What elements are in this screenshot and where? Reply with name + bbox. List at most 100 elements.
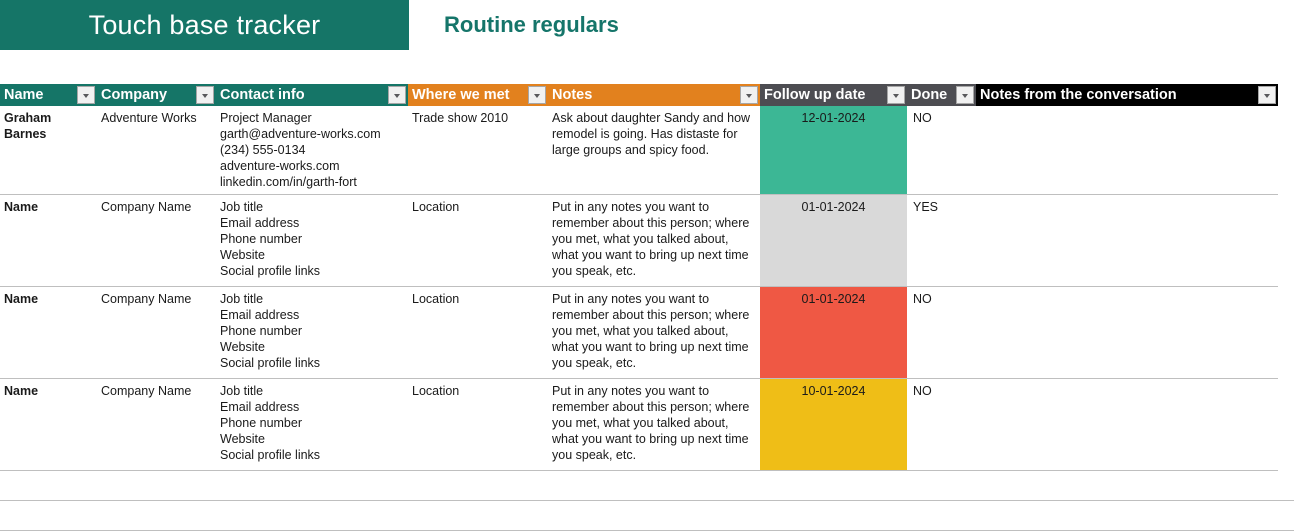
cell-follow-up-date[interactable]: 01-01-2024 (760, 286, 907, 379)
column-header-notes-from-conversation: Notes from the conversation (976, 84, 1256, 106)
title-row: Touch base tracker Routine regulars (0, 0, 1294, 50)
cell-notes-from-conversation[interactable] (976, 194, 1278, 287)
spacer-row (0, 50, 1294, 84)
chevron-down-icon-name[interactable] (77, 86, 95, 104)
cell-follow-up-date[interactable]: 10-01-2024 (760, 378, 907, 471)
column-header-notes: Notes (548, 84, 738, 106)
contact-line: Job title (220, 384, 264, 398)
cell-follow-up-date[interactable]: 01-01-2024 (760, 194, 907, 287)
worksheet-subtitle: Routine regulars (444, 12, 619, 37)
contact-line: Email address (220, 216, 300, 230)
cell-notes-from-conversation[interactable] (976, 378, 1278, 471)
table-row[interactable]: Graham Barnes Adventure Works Project Mana… (0, 106, 1294, 195)
contact-line: Job title (220, 200, 264, 214)
empty-cell[interactable] (408, 470, 548, 501)
cell-notes[interactable]: Put in any notes you want to remember ab… (548, 286, 760, 379)
filter-cell-notes-from-conversation (1256, 84, 1278, 106)
column-header-contact-info: Contact info (216, 84, 386, 106)
contact-line: garth@adventure-works.com (220, 127, 381, 141)
empty-cell[interactable] (216, 500, 408, 531)
cell-name[interactable]: Name (0, 194, 97, 287)
tracker-sheet: Name Company Contact info Where we met N… (0, 84, 1294, 531)
cell-done[interactable]: YES (907, 194, 976, 287)
column-header-follow-up-date: Follow up date (760, 84, 885, 106)
filter-cell-name (75, 84, 97, 106)
table-row[interactable]: Name Company Name Job title Email address Ph… (0, 378, 1294, 471)
contact-line: Social profile links (220, 448, 321, 462)
cell-contact-info[interactable]: Project Manager garth@adventure-works.com… (216, 106, 408, 195)
empty-cell[interactable] (976, 500, 1278, 531)
table-row[interactable]: Name Company Name Job title Email address Ph… (0, 194, 1294, 287)
empty-cell[interactable] (97, 470, 216, 501)
cell-notes-from-conversation[interactable] (976, 106, 1278, 195)
contact-line: Website (220, 340, 265, 354)
contact-line: Project Manager (220, 111, 312, 125)
table-header-row: Name Company Contact info Where we met N… (0, 84, 1294, 106)
chevron-down-icon-company[interactable] (196, 86, 214, 104)
empty-cell[interactable] (548, 470, 760, 501)
cell-company[interactable]: Company Name (97, 194, 216, 287)
chevron-down-icon-follow-up-date[interactable] (887, 86, 905, 104)
table-body: Graham Barnes Adventure Works Project Mana… (0, 106, 1294, 531)
contact-line: Phone number (220, 232, 303, 246)
contact-line: Phone number (220, 324, 303, 338)
empty-cell[interactable] (0, 470, 97, 501)
table-row[interactable]: Name Company Name Job title Email address Ph… (0, 286, 1294, 379)
contact-line: Social profile links (220, 264, 321, 278)
cell-name[interactable]: Name (0, 286, 97, 379)
cell-notes[interactable]: Ask about daughter Sandy and how remodel… (548, 106, 760, 195)
cell-done[interactable]: NO (907, 378, 976, 471)
empty-cell[interactable] (216, 470, 408, 501)
cell-name[interactable]: Graham Barnes (0, 106, 97, 195)
row-tail-spacer (1278, 286, 1294, 379)
chevron-down-icon-where-we-met[interactable] (528, 86, 546, 104)
cell-where-we-met[interactable]: Location (408, 286, 548, 379)
empty-table-row[interactable] (0, 470, 1294, 501)
column-header-company: Company (97, 84, 194, 106)
empty-cell[interactable] (97, 500, 216, 531)
empty-cell[interactable] (408, 500, 548, 531)
cell-follow-up-date[interactable]: 12-01-2024 (760, 106, 907, 195)
empty-cell[interactable] (907, 470, 976, 501)
empty-table-row[interactable] (0, 500, 1294, 531)
cell-done[interactable]: NO (907, 286, 976, 379)
cell-contact-info[interactable]: Job title Email address Phone number Websit… (216, 378, 408, 471)
contact-line: linkedin.com/in/garth-fort (220, 175, 357, 189)
filter-cell-contact-info (386, 84, 408, 106)
column-header-where-we-met: Where we met (408, 84, 526, 106)
filter-cell-company (194, 84, 216, 106)
empty-cell[interactable] (760, 470, 907, 501)
empty-cell[interactable] (548, 500, 760, 531)
contact-line: Social profile links (220, 356, 321, 370)
cell-done[interactable]: NO (907, 106, 976, 195)
cell-where-we-met[interactable]: Location (408, 378, 548, 471)
empty-row-tail-spacer (1278, 470, 1294, 501)
cell-notes[interactable]: Put in any notes you want to remember ab… (548, 378, 760, 471)
page-title: Touch base tracker (88, 9, 321, 40)
cell-contact-info[interactable]: Job title Email address Phone number Websit… (216, 286, 408, 379)
chevron-down-icon-notes[interactable] (740, 86, 758, 104)
filter-cell-follow-up-date (885, 84, 907, 106)
chevron-down-icon-done[interactable] (956, 86, 974, 104)
empty-cell[interactable] (976, 470, 1278, 501)
chevron-down-icon-notes-from-conversation[interactable] (1258, 86, 1276, 104)
cell-where-we-met[interactable]: Trade show 2010 (408, 106, 548, 195)
empty-row-tail-spacer (1278, 500, 1294, 531)
cell-where-we-met[interactable]: Location (408, 194, 548, 287)
contact-line: (234) 555-0134 (220, 143, 306, 157)
row-tail-spacer (1278, 378, 1294, 471)
cell-notes-from-conversation[interactable] (976, 286, 1278, 379)
cell-company[interactable]: Company Name (97, 286, 216, 379)
cell-contact-info[interactable]: Job title Email address Phone number Websit… (216, 194, 408, 287)
cell-company[interactable]: Company Name (97, 378, 216, 471)
cell-notes[interactable]: Put in any notes you want to remember ab… (548, 194, 760, 287)
filter-cell-done (954, 84, 976, 106)
cell-name[interactable]: Name (0, 378, 97, 471)
empty-cell[interactable] (907, 500, 976, 531)
empty-cell[interactable] (0, 500, 97, 531)
contact-line: Job title (220, 292, 264, 306)
cell-company[interactable]: Adventure Works (97, 106, 216, 195)
row-tail-spacer (1278, 194, 1294, 287)
empty-cell[interactable] (760, 500, 907, 531)
chevron-down-icon-contact-info[interactable] (388, 86, 406, 104)
